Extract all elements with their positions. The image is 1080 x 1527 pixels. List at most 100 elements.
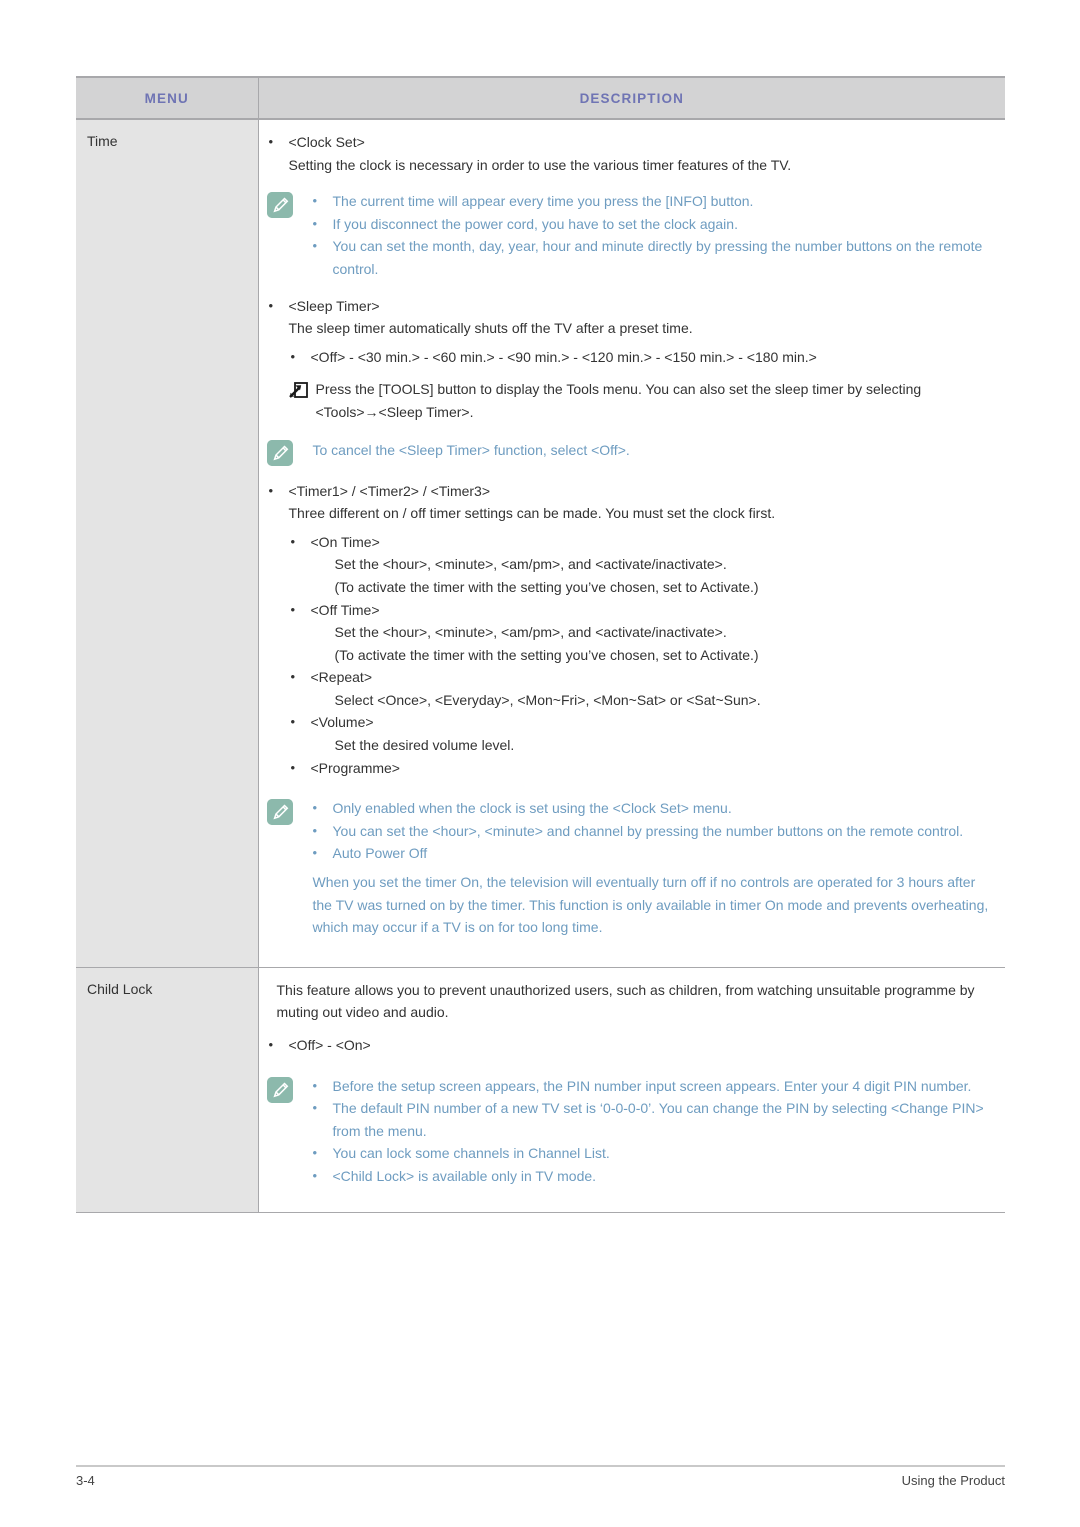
column-header-menu: MENU (76, 76, 259, 120)
bullet-dot-icon: • (290, 601, 296, 617)
list-item-label: <Child Lock> is available only in TV mod… (332, 1167, 597, 1184)
table-body: Time • <Clock Set> Setting the clock is … (76, 119, 1005, 1213)
bullet-dot-icon: • (290, 669, 296, 685)
paragraph: (To activate the timer with the setting … (334, 646, 759, 663)
list-item-label: If you disconnect the power cord, you ha… (332, 215, 738, 232)
list-item: • <Sleep Timer> (269, 295, 996, 318)
table-header: MENU DESCRIPTION (76, 76, 1005, 120)
bullet-dot-icon: • (290, 759, 296, 775)
note-block: • The current time will appear every tim… (266, 190, 996, 280)
table-header-row: MENU DESCRIPTION (76, 76, 1005, 120)
footer-divider (76, 1465, 1005, 1467)
bullet-dot-icon: • (290, 348, 296, 364)
list-item: • <Off> - <On> (269, 1034, 996, 1057)
note-pencil-icon (266, 799, 293, 826)
list-item: • <Clock Set> (269, 131, 996, 154)
list-item: • <Volume> (291, 711, 996, 734)
note-content: • Before the setup screen appears, the P… (313, 1075, 996, 1188)
bullet-dot-icon: • (268, 1037, 274, 1052)
list-item-label: The current time will appear every time … (332, 193, 754, 210)
list-item-label: <Clock Set> (288, 134, 365, 150)
footer-section-title: Using the Product (901, 1473, 1005, 1488)
note-block: To cancel the <Sleep Timer> function, se… (266, 438, 996, 466)
paragraph: Set the desired volume level. (334, 737, 515, 754)
list-item-label: <Volume> (310, 714, 374, 731)
list-item: • <Repeat> (291, 666, 996, 689)
list-item: • You can set the <hour>, <minute> and c… (313, 820, 996, 843)
list-item-label: <Repeat> (310, 669, 373, 686)
bullet-dot-icon: • (312, 1077, 318, 1093)
list-item: • <Off> - <30 min.> - <60 min.> - <90 mi… (291, 346, 996, 369)
bullet-dot-icon: • (312, 1100, 318, 1116)
list-item-label: Auto Power Off (332, 845, 428, 862)
note-content: • Only enabled when the clock is set usi… (313, 797, 996, 939)
list-item-label: Only enabled when the clock is set using… (332, 800, 732, 817)
list-item-label: <Off> - <30 min.> - <60 min.> - <90 min.… (310, 348, 817, 365)
note-content: • The current time will appear every tim… (313, 190, 996, 280)
paragraph: Set the <hour>, <minute>, <am/pm>, and <… (334, 556, 727, 573)
paragraph: Select <Once>, <Everyday>, <Mon~Fri>, <M… (334, 691, 761, 708)
bullet-dot-icon: • (290, 714, 296, 730)
list-item-label: <Off> - <On> (288, 1037, 371, 1053)
note-pencil-icon (266, 439, 293, 466)
list-item: • <Programme> (291, 757, 996, 780)
document-page: MENU DESCRIPTION Time • <Clock Set> Sett… (0, 0, 1080, 1527)
tools-shortcut-icon (288, 381, 311, 401)
bullet-dot-icon: • (290, 533, 296, 549)
bullet-dot-icon: • (312, 193, 318, 209)
column-header-description: DESCRIPTION (258, 76, 1005, 120)
menu-description-table: MENU DESCRIPTION Time • <Clock Set> Sett… (76, 76, 1005, 1213)
bullet-dot-icon: • (268, 297, 274, 313)
bullet-dot-icon: • (268, 482, 274, 498)
paragraph: (To activate the timer with the setting … (334, 578, 759, 595)
list-item: • You can set the month, day, year, hour… (313, 235, 996, 280)
bullet-dot-icon: • (312, 215, 318, 231)
menu-cell-child-lock: Child Lock (76, 967, 259, 1213)
list-item-label: <On Time> (310, 533, 380, 550)
list-item-label: The default PIN number of a new TV set i… (332, 1100, 984, 1139)
footer-page-number: 3-4 (76, 1473, 95, 1488)
paragraph: This feature allows you to prevent unaut… (276, 981, 975, 1021)
note-pencil-icon (266, 192, 293, 219)
list-item: • If you disconnect the power cord, you … (313, 213, 996, 236)
tools-hint-text: Press the [TOOLS] button to display the … (315, 381, 922, 420)
list-item: • Before the setup screen appears, the P… (313, 1075, 996, 1098)
description-cell-time: • <Clock Set> Setting the clock is neces… (258, 119, 1005, 968)
bullet-dot-icon: • (268, 134, 274, 149)
list-item: • The default PIN number of a new TV set… (313, 1097, 996, 1142)
note-paragraph: When you set the timer On, the televisio… (312, 874, 989, 936)
menu-cell-time: Time (76, 119, 259, 968)
list-item-label: <Off Time> (310, 601, 380, 618)
list-item: • Only enabled when the clock is set usi… (313, 797, 996, 820)
bullet-dot-icon: • (312, 800, 318, 816)
bullet-dot-icon: • (312, 238, 318, 254)
note-block: • Before the setup screen appears, the P… (266, 1075, 996, 1188)
list-item: • <On Time> (291, 531, 996, 554)
list-item: • <Timer1> / <Timer2> / <Timer3> (269, 480, 996, 503)
bullet-dot-icon: • (312, 822, 318, 838)
list-item-label: <Sleep Timer> (288, 297, 380, 314)
list-item: • <Child Lock> is available only in TV m… (313, 1165, 996, 1188)
list-item: • Auto Power Off (313, 842, 996, 865)
list-item-label: Before the setup screen appears, the PIN… (332, 1077, 972, 1094)
note-block: • Only enabled when the clock is set usi… (266, 797, 996, 939)
list-item: • The current time will appear every tim… (313, 190, 996, 213)
paragraph: Set the <hour>, <minute>, <am/pm>, and <… (334, 624, 727, 641)
list-item-label: You can lock some channels in Channel Li… (332, 1145, 610, 1162)
list-item-label: <Programme> (310, 759, 400, 776)
list-item-label: You can set the month, day, year, hour a… (332, 238, 983, 277)
note-pencil-icon (266, 1076, 293, 1103)
bullet-dot-icon: • (312, 845, 318, 861)
table-row: Time • <Clock Set> Setting the clock is … (76, 119, 1005, 968)
tools-hint: Press the [TOOLS] button to display the … (288, 378, 996, 423)
bullet-dot-icon: • (312, 1167, 318, 1183)
list-item-label: <Timer1> / <Timer2> / <Timer3> (288, 482, 491, 499)
list-item-label: You can set the <hour>, <minute> and cha… (332, 822, 964, 839)
list-item: • <Off Time> (291, 599, 996, 622)
paragraph: Three different on / off timer settings … (288, 505, 776, 522)
paragraph: Setting the clock is necessary in order … (288, 156, 792, 173)
description-cell-child-lock: This feature allows you to prevent unaut… (258, 967, 1005, 1213)
list-item: • You can lock some channels in Channel … (313, 1142, 996, 1165)
note-content: To cancel the <Sleep Timer> function, se… (312, 441, 630, 458)
table-row: Child Lock This feature allows you to pr… (76, 967, 1005, 1213)
